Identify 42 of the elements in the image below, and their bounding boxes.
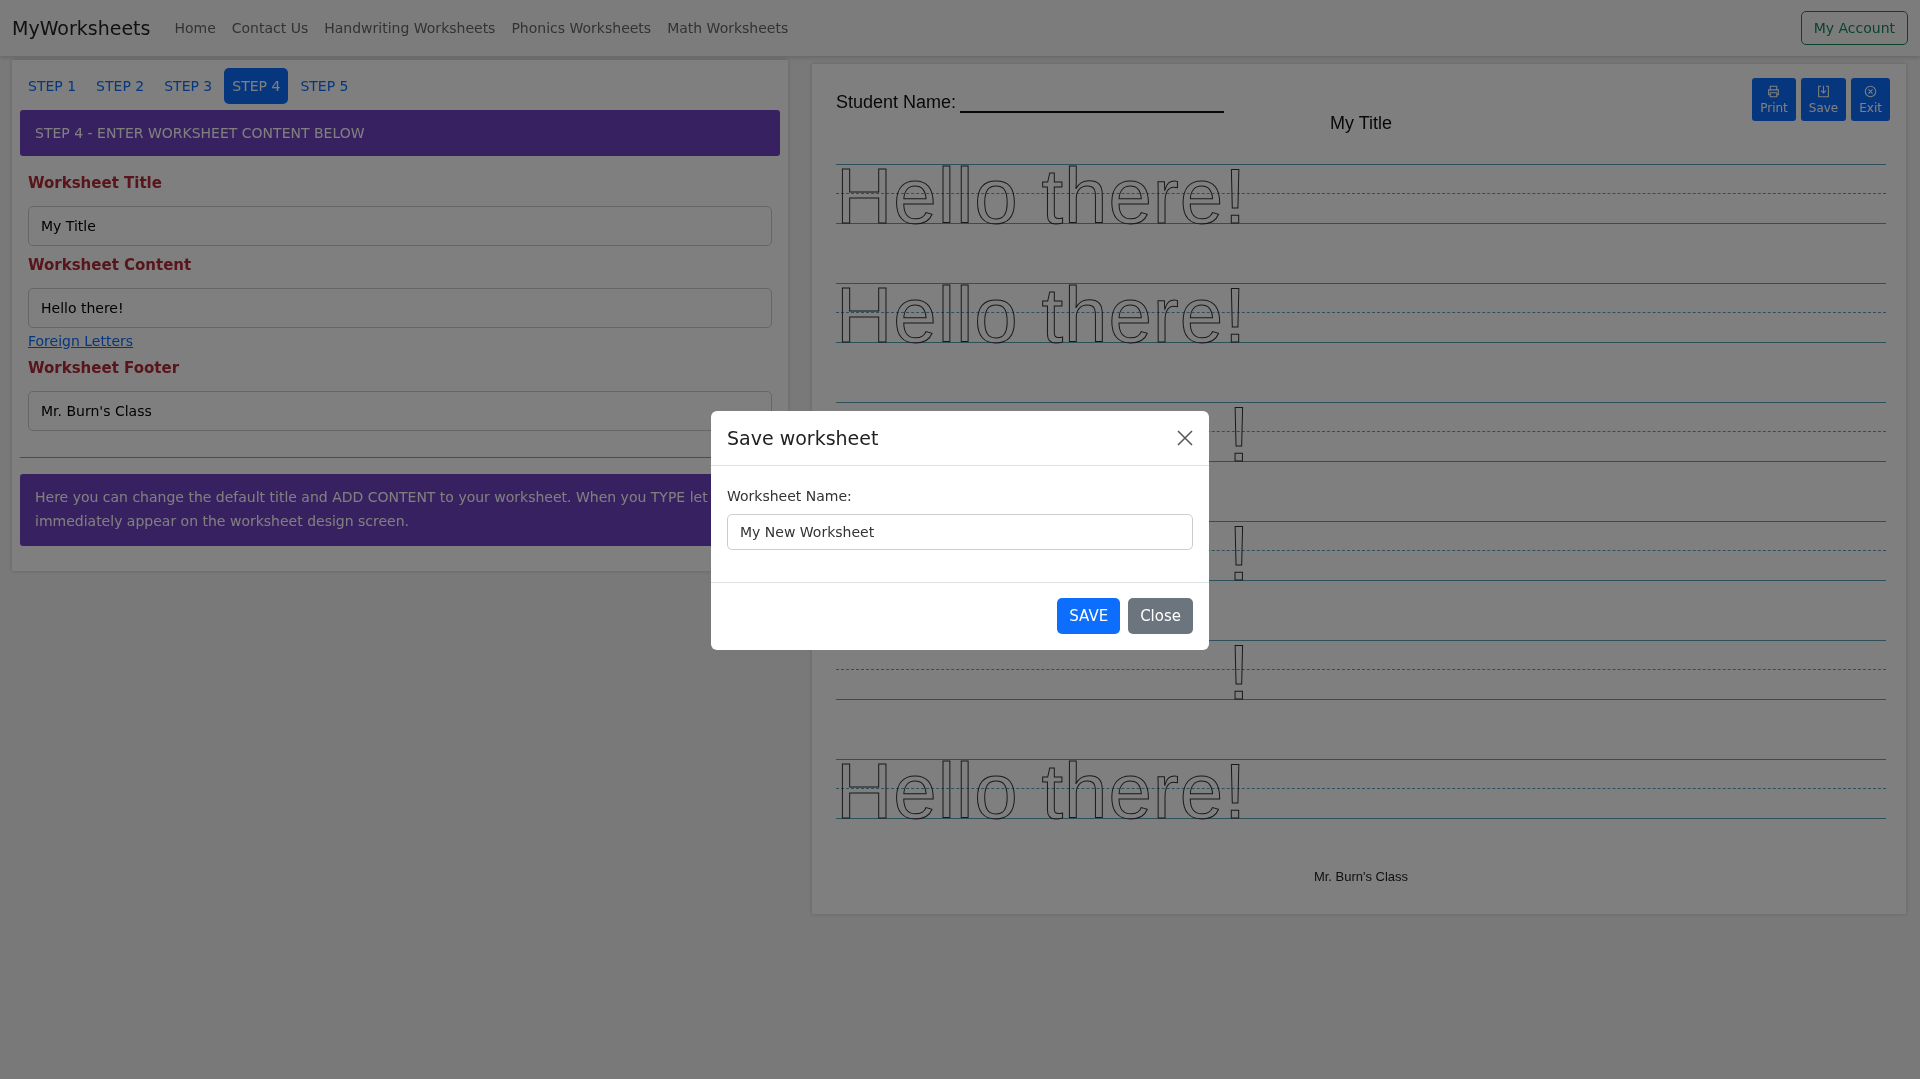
step-tab[interactable]: STEP 5: [292, 68, 357, 104]
field-label: Worksheet Content: [28, 256, 193, 274]
tracing-text: Hello there!: [836, 157, 1247, 235]
step-header: STEP 4 - ENTER WORKSHEET CONTENT BELOW: [20, 110, 780, 156]
foreign-letters-link[interactable]: Foreign Letters: [28, 333, 134, 349]
step-tab[interactable]: STEP 2: [88, 68, 153, 104]
worksheet-title: My Title: [1330, 113, 1392, 134]
download-icon: [1817, 85, 1831, 98]
nav-link[interactable]: Contact Us: [231, 20, 309, 36]
account-button[interactable]: My Account: [1800, 11, 1908, 45]
nav-link[interactable]: Math Worksheets: [667, 20, 789, 36]
exit-button[interactable]: Exit: [1851, 78, 1890, 121]
input-field[interactable]: Hello there!: [28, 288, 772, 328]
tracing-text: Hello there!: [836, 276, 1247, 354]
nav-link[interactable]: Handwriting Worksheets: [324, 20, 496, 36]
field-label: Worksheet Title: [28, 174, 163, 192]
save-button[interactable]: Save: [1800, 78, 1847, 121]
save-button[interactable]: SAVE: [1057, 598, 1121, 634]
tracing-text: Hello there!: [836, 752, 1247, 830]
step-tab[interactable]: STEP 4: [224, 68, 289, 104]
printer-icon: [1767, 85, 1781, 98]
input-field[interactable]: Mr. Burn's Class: [28, 391, 772, 431]
step-tab[interactable]: STEP 3: [156, 68, 221, 104]
info-text: immediately appear on the worksheet design screen.: [35, 511, 410, 531]
step-tab[interactable]: STEP 1: [20, 68, 85, 104]
input-field[interactable]: My Title: [28, 206, 772, 246]
close-button[interactable]: Close: [1128, 598, 1193, 634]
worksheet-name-field[interactable]: My New Worksheet: [727, 514, 1193, 550]
print-button[interactable]: Print: [1752, 78, 1796, 121]
nav-link[interactable]: Home: [174, 20, 216, 36]
tracing-text: !: [1228, 514, 1251, 592]
close-circle-icon: [1864, 85, 1878, 98]
info-text: Here you can change the default title and ADD CONTENT to your worksheet. When you TYPE let: [35, 488, 708, 507]
close-icon[interactable]: [1177, 430, 1193, 446]
student-name-label: Student Name:: [836, 92, 957, 113]
field-label: Worksheet Name:: [727, 488, 853, 504]
tracing-text: !: [1228, 395, 1251, 473]
nav-link[interactable]: Phonics Worksheets: [511, 20, 652, 36]
tracing-text: !: [1228, 633, 1251, 711]
worksheet-footer: Mr. Burn's Class: [836, 869, 1886, 884]
brand-logo[interactable]: MyWorksheets: [12, 17, 151, 39]
field-label: Worksheet Footer: [28, 359, 181, 377]
